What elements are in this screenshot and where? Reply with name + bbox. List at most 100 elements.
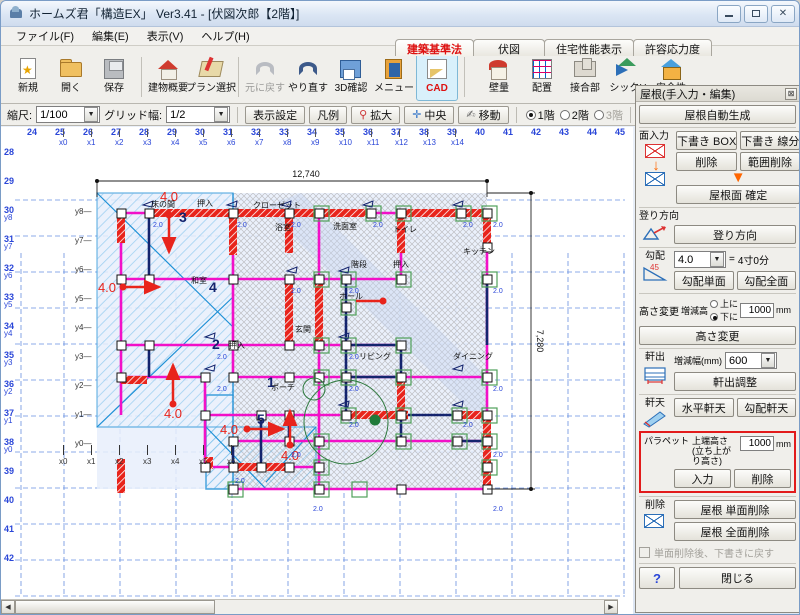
grid-width-select[interactable]: 1/2 ▼ [166, 106, 231, 123]
toolbar-menu[interactable]: メニュー [373, 53, 415, 101]
redo-icon [295, 56, 321, 82]
left-ruler-number: 29 [4, 176, 15, 186]
menu-edit[interactable]: 編集(E) [83, 27, 138, 45]
display-settings-button[interactable]: 表示設定 [245, 105, 306, 124]
floor-radio-3f: 3階 [593, 107, 623, 123]
move-button[interactable]: ✍ 移動 [458, 105, 509, 124]
height-up-radio[interactable]: 上に [710, 297, 738, 310]
toolbar-layout[interactable]: 配置 [521, 53, 563, 101]
slope-all-face-button[interactable]: 勾配全面 [736, 271, 796, 290]
draft-delete-button[interactable]: 削除 [676, 152, 737, 171]
height-down-radio[interactable]: 下に [710, 310, 738, 323]
return-to-draft-checkbox[interactable]: 単面削除後、下書きに戻す [639, 545, 796, 560]
toolbar-wall-amount[interactable]: 壁量 [478, 53, 520, 101]
toolbar-cad[interactable]: CAD [416, 53, 458, 101]
scroll-left-arrow[interactable]: ◀ [1, 600, 15, 614]
height-up-label: 上に [720, 299, 739, 309]
toolbar-3d[interactable]: 3D確認 [330, 53, 372, 101]
plan-y-tick: y0— [75, 439, 92, 448]
top-ruler-number: 44 [587, 127, 598, 137]
top-axis-label: x7 [255, 138, 264, 147]
left-ruler-number: 28 [4, 147, 15, 157]
chevron-down-icon[interactable]: ▼ [214, 107, 229, 122]
draft-line-button[interactable]: 下書き 線分 [740, 131, 799, 150]
menu-door-icon [381, 56, 407, 82]
climb-direction-button[interactable]: 登り方向 [674, 225, 796, 244]
bottom-axis-label: x5 [199, 457, 208, 466]
maximize-button[interactable] [744, 4, 768, 23]
roof-delete-section: 削除 屋根 単面削除 屋根 全面削除 単面削除後、下書きに戻す [639, 496, 796, 560]
horizontal-scroll-thumb[interactable] [15, 600, 215, 614]
close-icon[interactable]: ⊠ [785, 87, 797, 100]
slope-equals: = [729, 254, 735, 265]
floor-radio-2f[interactable]: 2階 [559, 107, 589, 123]
scale-select[interactable]: 1/100 ▼ [36, 106, 101, 123]
left-ruler-number: 42 [4, 553, 15, 563]
menu-view[interactable]: 表示(V) [138, 27, 193, 45]
zoom-button[interactable]: ⚲ 拡大 [351, 105, 401, 124]
toolbar-undo[interactable]: 元に戻す [244, 53, 286, 101]
horizontal-scrollbar[interactable]: ◀ ▶ [1, 599, 618, 614]
eave-soffit-section: 軒天 水平軒天 勾配軒天 [639, 394, 796, 428]
height-down-label: 下に [720, 312, 739, 322]
center-button[interactable]: ✛ 中央 [404, 105, 455, 124]
slope-single-face-button[interactable]: 勾配単面 [674, 271, 734, 290]
move-label: 移動 [478, 109, 501, 122]
confirm-roof-face-button[interactable]: 屋根面 確定 [676, 185, 799, 204]
toolbar-joint[interactable]: 接合部 [564, 53, 606, 101]
height-change-input[interactable]: 1000 [740, 302, 775, 318]
height-change-button[interactable]: 高さ変更 [639, 326, 796, 345]
tab-framing-plan[interactable]: 伏図 [473, 39, 545, 56]
close-panel-button[interactable]: 閉じる [679, 567, 796, 589]
chevron-down-icon[interactable]: ▼ [84, 107, 99, 122]
floor-2f-label: 2階 [571, 109, 589, 122]
range-delete-button[interactable]: 範囲削除 [739, 152, 799, 171]
scroll-right-arrow[interactable]: ▶ [604, 600, 618, 614]
minimize-button[interactable] [717, 4, 741, 23]
parapet-height-input[interactable]: 1000 [740, 436, 774, 451]
tab-building-standards[interactable]: 建築基準法 [395, 39, 474, 56]
toolbar-menu-label: メニュー [374, 83, 414, 94]
help-button[interactable]: ? [639, 567, 675, 589]
toolbar-open[interactable]: 開く [50, 53, 92, 101]
tab-allowable-stress[interactable]: 許容応力度 [633, 39, 712, 56]
horizontal-soffit-button[interactable]: 水平軒天 [674, 398, 734, 417]
save-disk-icon [101, 56, 127, 82]
legend-button[interactable]: 凡例 [309, 105, 348, 124]
toolbar-redo[interactable]: やり直す [287, 53, 329, 101]
parapet-delete-button[interactable]: 削除 [734, 469, 791, 488]
chevron-down-icon[interactable]: ▼ [710, 252, 724, 267]
bottom-axis-tick [203, 445, 204, 455]
cad-canvas[interactable]: 12,740 7,280 4.0 4.0 4.0 4.0 4.0 3 4 2 1… [1, 127, 633, 614]
delete-single-roof-button[interactable]: 屋根 単面削除 [674, 500, 796, 519]
building-outline-icon [155, 56, 181, 82]
delete-all-roof-button[interactable]: 屋根 全面削除 [674, 522, 796, 541]
toolbar-plan-select[interactable]: プラン選択 [186, 53, 236, 101]
sloped-soffit-button[interactable]: 勾配軒天 [736, 398, 796, 417]
tab-housing-performance[interactable]: 住宅性能表示 [544, 39, 634, 56]
top-axis-tick [287, 129, 288, 137]
chevron-down-icon[interactable]: ▼ [761, 353, 775, 368]
eave-width-select[interactable]: 600 ▼ [725, 352, 777, 369]
draft-box-button[interactable]: 下書き BOX [676, 131, 738, 150]
parapet-input-button[interactable]: 入力 [674, 469, 731, 488]
top-ruler-number: 43 [559, 127, 570, 137]
bottom-axis-label: x6 [227, 457, 236, 466]
menu-help[interactable]: ヘルプ(H) [192, 27, 258, 45]
slope-select[interactable]: 4.0 ▼ [674, 251, 726, 268]
checkbox-icon [639, 547, 650, 558]
eave-adjust-button[interactable]: 軒出調整 [674, 372, 796, 391]
toolbar-new[interactable]: ★ 新規 [7, 53, 49, 101]
floor-radio-1f[interactable]: 1階 [525, 107, 555, 123]
bottom-axis-tick [147, 445, 148, 455]
blue-envelope-icon [645, 172, 667, 188]
toolbar-building-outline[interactable]: 建物概要 [147, 53, 189, 101]
top-axis-label: x10 [339, 138, 352, 147]
toolbar-save[interactable]: 保存 [93, 53, 135, 101]
left-ruler-number: 40 [4, 495, 15, 505]
toolbar-cad-label: CAD [426, 83, 448, 94]
bottom-axis-label: x4 [171, 457, 180, 466]
auto-generate-roof-button[interactable]: 屋根自動生成 [639, 105, 796, 124]
menu-file[interactable]: ファイル(F) [7, 27, 83, 45]
close-button[interactable]: ✕ [771, 4, 795, 23]
